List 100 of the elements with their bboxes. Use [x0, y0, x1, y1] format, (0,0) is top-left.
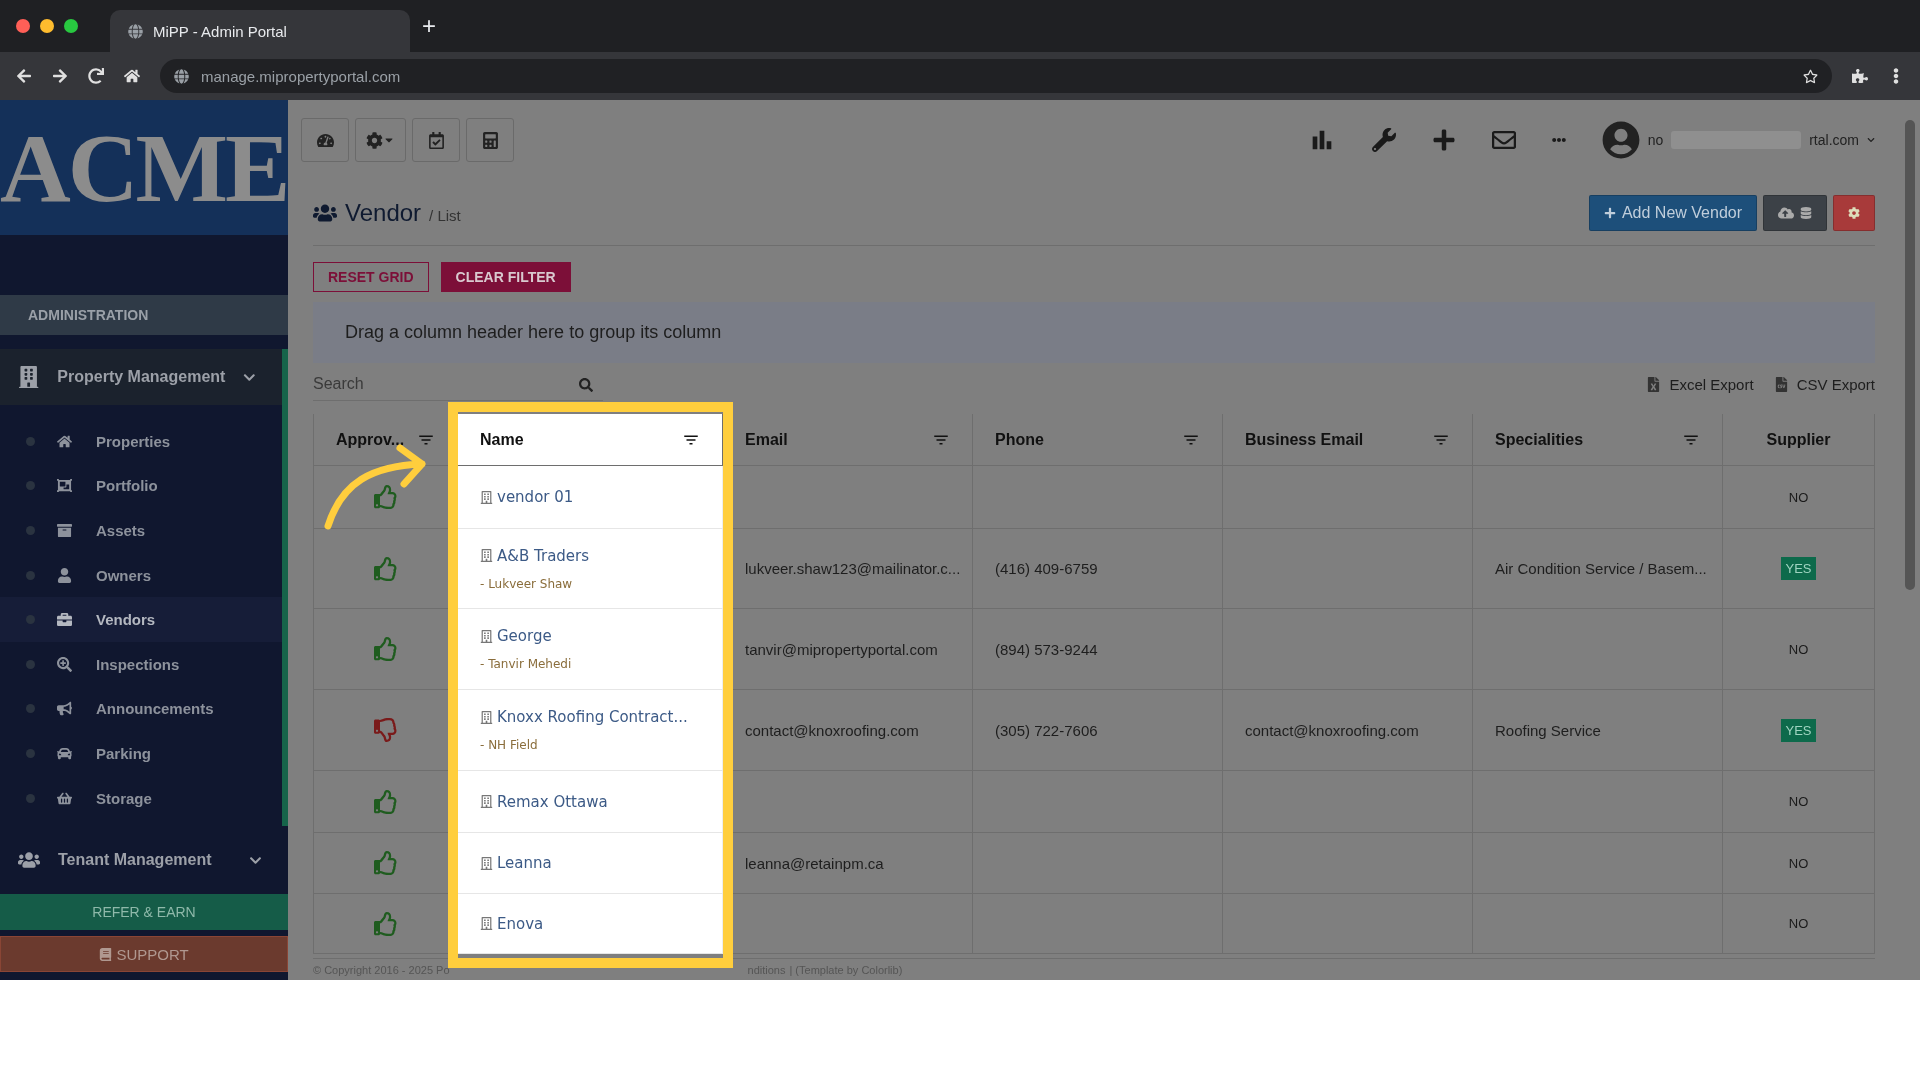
back-icon[interactable]	[16, 68, 32, 84]
sidebar-group[interactable]: Property Management	[0, 349, 288, 405]
spreadsheet-file-icon	[1646, 377, 1662, 393]
column-header[interactable]: Phone	[973, 414, 1223, 467]
building-icon	[480, 490, 493, 504]
column-header[interactable]: Specialities	[1473, 414, 1723, 467]
csv-file-icon	[1773, 377, 1789, 393]
search-icon	[579, 377, 593, 392]
vendor-name-link[interactable]: Remax Ottawa	[480, 792, 608, 811]
contact-name: - NH Field	[480, 738, 538, 753]
sidebar-item[interactable]: Assets	[0, 508, 282, 553]
megaphone-icon	[57, 701, 72, 717]
home-icon[interactable]	[124, 68, 140, 84]
supplier-badge: YES	[1781, 557, 1816, 581]
wrench-icon[interactable]	[1371, 128, 1396, 153]
refer-earn-button[interactable]: REFER & EARN	[0, 894, 288, 930]
column-header[interactable]: Name	[458, 414, 723, 467]
contact-name: - Tanvir Mehedi	[480, 657, 572, 672]
cloud-upload-icon	[1778, 204, 1794, 221]
gear-icon	[1848, 206, 1860, 219]
portfolio-icon	[57, 478, 72, 494]
user-email[interactable]: rtal.com	[1809, 132, 1859, 149]
supplier-label: NO	[1787, 915, 1810, 934]
vendor-name-link[interactable]: Enova	[480, 914, 544, 933]
minimize-button[interactable]	[40, 19, 54, 33]
house-icon	[57, 433, 72, 449]
close-button[interactable]	[16, 19, 30, 33]
vendor-name-link[interactable]: A&B Traders	[480, 546, 590, 565]
scroll-thumb[interactable]	[1905, 120, 1915, 590]
sidebar-item[interactable]: Vendors	[0, 597, 282, 642]
dashboard-button[interactable]	[301, 118, 349, 163]
add-vendor-button[interactable]: Add New Vendor	[1588, 194, 1757, 231]
sidebar-item[interactable]: Parking	[0, 731, 282, 776]
table-cell: contact@knoxroofing.com	[1223, 690, 1473, 772]
supplier-badge: YES	[1781, 718, 1816, 742]
export-button[interactable]: CSV Export	[1773, 376, 1875, 394]
table-cell: contact@knoxroofing.com	[723, 690, 973, 772]
tree-dot	[26, 659, 35, 669]
table-cell: Roofing Service	[1473, 690, 1723, 772]
column-header[interactable]: Supplier	[1723, 414, 1875, 467]
address-bar[interactable]: manage.mipropertyportal.com	[160, 59, 1832, 93]
magnifier-plus-icon	[57, 656, 72, 672]
archive-box-icon	[57, 523, 72, 538]
building-icon	[18, 366, 40, 388]
table-cell: (894) 573-9244	[973, 609, 1223, 691]
page-title: Vendor	[345, 198, 422, 227]
sidebar-item[interactable]: Announcements	[0, 686, 282, 732]
column-header[interactable]: Business Email	[1223, 414, 1473, 467]
plus-icon[interactable]	[1431, 128, 1456, 153]
car-icon	[57, 745, 72, 761]
import-button[interactable]	[1763, 194, 1827, 231]
chevron-icon	[1867, 136, 1875, 145]
settings-dropdown-button[interactable]	[355, 118, 406, 163]
building-icon	[480, 629, 493, 643]
reload-icon[interactable]	[88, 68, 104, 84]
avatar-icon	[1601, 121, 1640, 160]
breadcrumb: / List	[429, 207, 461, 225]
browser-tab[interactable]: MiPP - Admin Portal	[110, 10, 410, 52]
new-tab-button[interactable]: +	[422, 12, 436, 40]
group-drop-area: Drag a column header here to group its column	[313, 301, 1875, 363]
sidebar-item[interactable]: Properties	[0, 419, 282, 464]
contact-name: - Lukveer Shaw	[480, 576, 573, 591]
supplier-label: NO	[1787, 854, 1810, 873]
bookmark-star-icon[interactable]	[1803, 68, 1818, 84]
vendor-name-link[interactable]: George	[480, 627, 552, 646]
gear-icon	[366, 131, 383, 149]
table-cell: leanna@retainpm.ca	[723, 833, 973, 895]
table-cell: tanvir@mipropertyportal.com	[723, 609, 973, 691]
section-heading: ADMINISTRATION	[0, 295, 288, 335]
calculator-button[interactable]	[466, 118, 514, 163]
supplier-label: NO	[1787, 793, 1810, 812]
building-icon	[480, 549, 493, 563]
gauge-icon	[316, 131, 334, 149]
calendar-icon	[427, 131, 445, 149]
support-button[interactable]: SUPPORT	[0, 936, 288, 972]
sidebar-group[interactable]: Tenant Management	[0, 832, 288, 889]
calculator-icon	[481, 131, 499, 149]
sidebar-item[interactable]: Portfolio	[0, 463, 282, 509]
forward-icon[interactable]	[52, 68, 68, 84]
briefcase-icon	[57, 612, 72, 628]
supplier-label: NO	[1787, 640, 1810, 659]
calendar-button[interactable]	[412, 118, 460, 163]
vendor-name-link[interactable]: vendor 01	[480, 488, 574, 507]
vendor-name-link[interactable]: Knoxx Roofing Contract...	[480, 708, 688, 727]
sidebar-item[interactable]: Storage	[0, 775, 282, 821]
user-email[interactable]: no	[1647, 132, 1664, 149]
maximize-button[interactable]	[64, 19, 78, 33]
export-button[interactable]: Excel Export	[1646, 376, 1754, 394]
building-icon	[480, 710, 493, 724]
extensions-icon[interactable]	[1852, 68, 1868, 84]
database-icon	[1800, 206, 1812, 219]
book-icon	[99, 947, 113, 961]
vendor-name-link[interactable]: Leanna	[480, 854, 552, 873]
sidebar-item[interactable]: Inspections	[0, 641, 282, 687]
settings-button[interactable]	[1833, 194, 1875, 231]
basket-icon	[57, 790, 72, 806]
sidebar-item[interactable]: Owners	[0, 552, 282, 598]
clear-filter-button[interactable]: CLEAR FILTER	[440, 261, 571, 292]
tree-dot	[26, 570, 35, 580]
column-header[interactable]: Email	[723, 414, 973, 467]
